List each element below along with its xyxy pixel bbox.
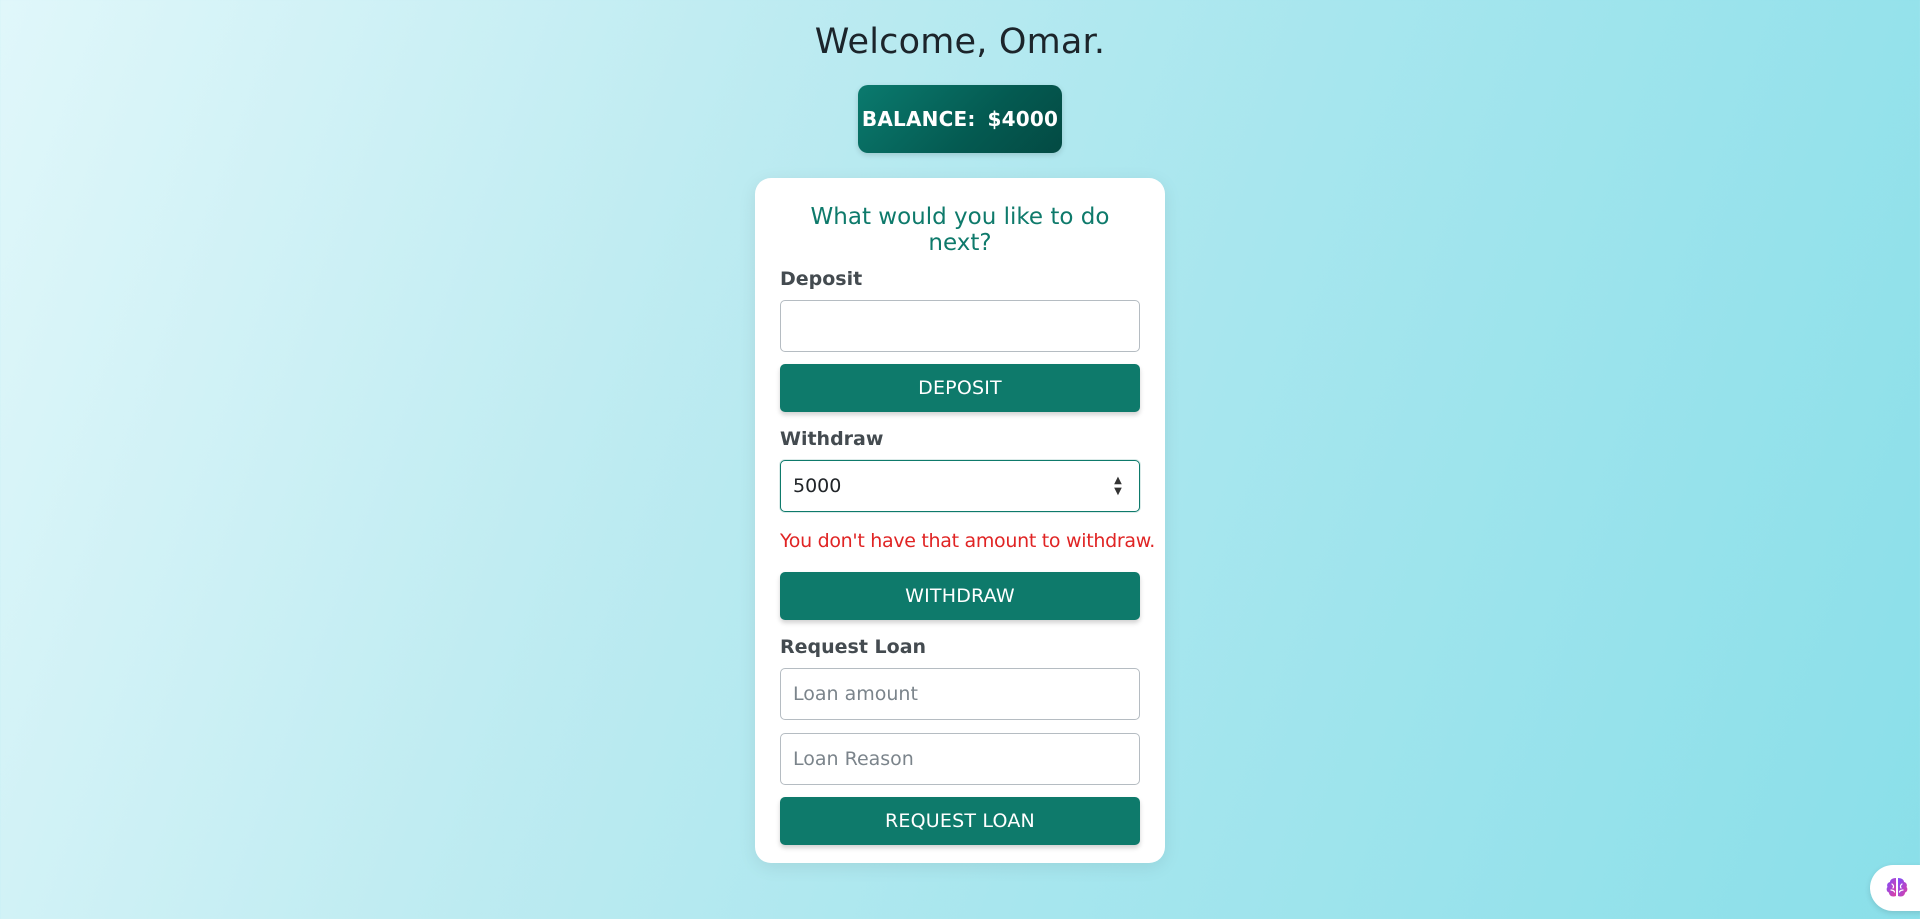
spinner-down-icon[interactable]: ▼ [1114, 486, 1122, 497]
deposit-button[interactable]: DEPOSIT [780, 364, 1140, 412]
request-loan-button[interactable]: REQUEST LOAN [780, 797, 1140, 845]
actions-card: What would you like to do next? Deposit … [755, 178, 1165, 863]
loan-amount-input[interactable]: Loan amount [780, 668, 1140, 720]
welcome-title: Welcome, Omar. [814, 22, 1106, 62]
spinner-up-icon[interactable]: ▲ [1114, 475, 1122, 486]
withdraw-input[interactable]: 5000 ▲ ▼ [780, 460, 1140, 512]
loan-reason-placeholder: Loan Reason [793, 748, 914, 770]
withdraw-label: Withdraw [780, 428, 884, 450]
balance-badge: BALANCE: $4000 [858, 85, 1062, 153]
loan-amount-placeholder: Loan amount [793, 683, 918, 705]
card-heading: What would you like to do next? [810, 204, 1110, 256]
deposit-label: Deposit [780, 268, 863, 290]
balance-value: $4000 [987, 107, 1059, 131]
withdraw-input-value: 5000 [793, 475, 842, 497]
withdraw-error-message: You don't have that amount to withdraw. [780, 530, 1155, 552]
withdraw-button[interactable]: WITHDRAW [780, 572, 1140, 620]
number-spinner[interactable]: ▲ ▼ [1109, 471, 1127, 501]
deposit-input[interactable] [780, 300, 1140, 352]
loan-reason-input[interactable]: Loan Reason [780, 733, 1140, 785]
balance-label: BALANCE: [861, 107, 976, 131]
brain-icon [1886, 878, 1908, 897]
assistant-widget[interactable] [1870, 865, 1920, 911]
request-loan-label: Request Loan [780, 636, 927, 658]
